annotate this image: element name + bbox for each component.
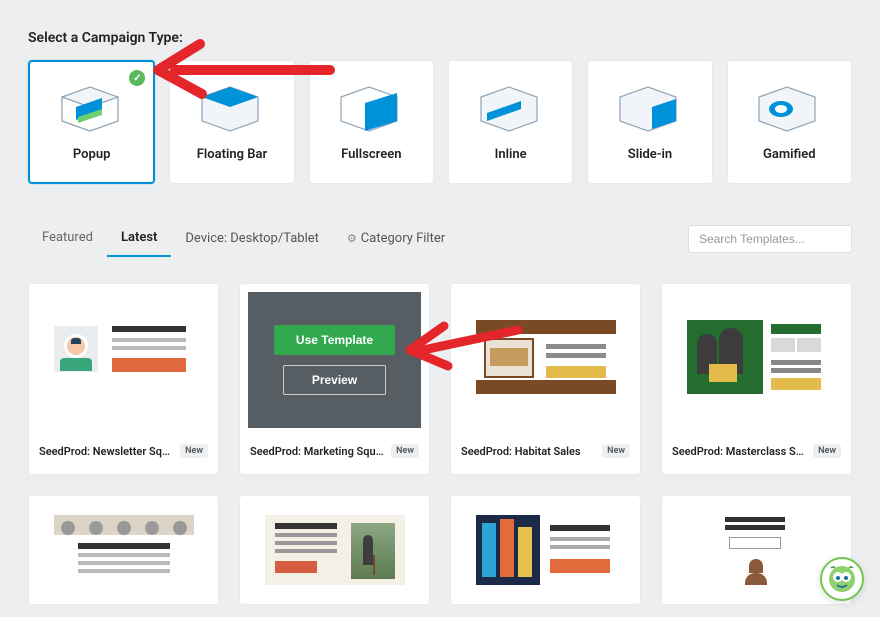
campaign-types-row: ✓ Popup bbox=[28, 60, 852, 184]
template-hover-overlay: Use Template Preview bbox=[248, 292, 421, 428]
device-filter-label: Device: Desktop/Tablet bbox=[185, 231, 319, 246]
preview-button[interactable]: Preview bbox=[283, 365, 386, 395]
campaign-type-popup[interactable]: ✓ Popup bbox=[28, 60, 155, 184]
slidein-icon bbox=[616, 83, 684, 139]
gear-icon: ⚙ bbox=[347, 232, 357, 245]
template-title: SeedProd: Habitat Sales bbox=[461, 445, 581, 458]
template-title: SeedProd: Newsletter Squeeze bbox=[39, 445, 174, 458]
section-title: Select a Campaign Type: bbox=[28, 30, 852, 46]
tab-featured[interactable]: Featured bbox=[28, 220, 107, 257]
help-mascot-button[interactable] bbox=[820, 557, 864, 601]
category-filter-label: Category Filter bbox=[361, 231, 445, 246]
campaign-type-label: Gamified bbox=[763, 147, 816, 162]
campaign-type-label: Inline bbox=[495, 147, 527, 162]
check-icon: ✓ bbox=[129, 70, 145, 86]
badge-new: New bbox=[602, 444, 630, 458]
tab-latest[interactable]: Latest bbox=[107, 220, 171, 257]
template-thumbnail bbox=[451, 284, 640, 436]
search-input[interactable] bbox=[688, 225, 852, 253]
template-card-partial-2[interactable] bbox=[239, 495, 430, 605]
template-thumbnail bbox=[29, 496, 218, 604]
campaign-type-label: Fullscreen bbox=[341, 147, 401, 162]
campaign-type-label: Popup bbox=[73, 147, 111, 162]
template-thumbnail: Use Template Preview bbox=[240, 284, 429, 436]
template-grid: SeedProd: Newsletter Squeeze New Use Tem… bbox=[28, 283, 852, 475]
campaign-type-inline[interactable]: Inline bbox=[448, 60, 573, 184]
template-card-habitat-sales[interactable]: SeedProd: Habitat Sales New bbox=[450, 283, 641, 475]
badge-new: New bbox=[180, 444, 208, 458]
campaign-type-label: Slide-in bbox=[628, 147, 672, 162]
template-card-partial-3[interactable] bbox=[450, 495, 641, 605]
use-template-button[interactable]: Use Template bbox=[274, 325, 395, 355]
template-thumbnail bbox=[662, 284, 851, 436]
template-thumbnail bbox=[451, 496, 640, 604]
gamified-icon bbox=[755, 83, 823, 139]
template-card-marketing-squeeze[interactable]: Use Template Preview SeedProd: Marketing… bbox=[239, 283, 430, 475]
mascot-icon bbox=[827, 564, 857, 594]
template-card-partial-1[interactable] bbox=[28, 495, 219, 605]
inline-icon bbox=[477, 83, 545, 139]
template-grid-row-2 bbox=[28, 495, 852, 605]
campaign-type-floating-bar[interactable]: Floating Bar bbox=[169, 60, 294, 184]
campaign-type-slide-in[interactable]: Slide-in bbox=[587, 60, 712, 184]
floating-bar-icon bbox=[198, 83, 266, 139]
window-popup-icon bbox=[58, 83, 126, 139]
badge-new: New bbox=[391, 444, 419, 458]
template-thumbnail bbox=[240, 496, 429, 604]
device-filter[interactable]: Device: Desktop/Tablet bbox=[171, 221, 333, 256]
template-thumbnail bbox=[29, 284, 218, 436]
campaign-type-fullscreen[interactable]: Fullscreen bbox=[309, 60, 434, 184]
template-card-masterclass-sales[interactable]: SeedProd: Masterclass Sales New bbox=[661, 283, 852, 475]
fullscreen-icon bbox=[337, 83, 405, 139]
campaign-type-label: Floating Bar bbox=[197, 147, 267, 162]
template-title: SeedProd: Marketing Squeeze bbox=[250, 445, 385, 458]
category-filter[interactable]: ⚙ Category Filter bbox=[333, 221, 459, 256]
badge-new: New bbox=[813, 444, 841, 458]
filter-bar: Featured Latest Device: Desktop/Tablet ⚙… bbox=[28, 220, 852, 257]
template-title: SeedProd: Masterclass Sales bbox=[672, 445, 807, 458]
campaign-type-gamified[interactable]: Gamified bbox=[727, 60, 852, 184]
template-card-newsletter-squeeze[interactable]: SeedProd: Newsletter Squeeze New bbox=[28, 283, 219, 475]
